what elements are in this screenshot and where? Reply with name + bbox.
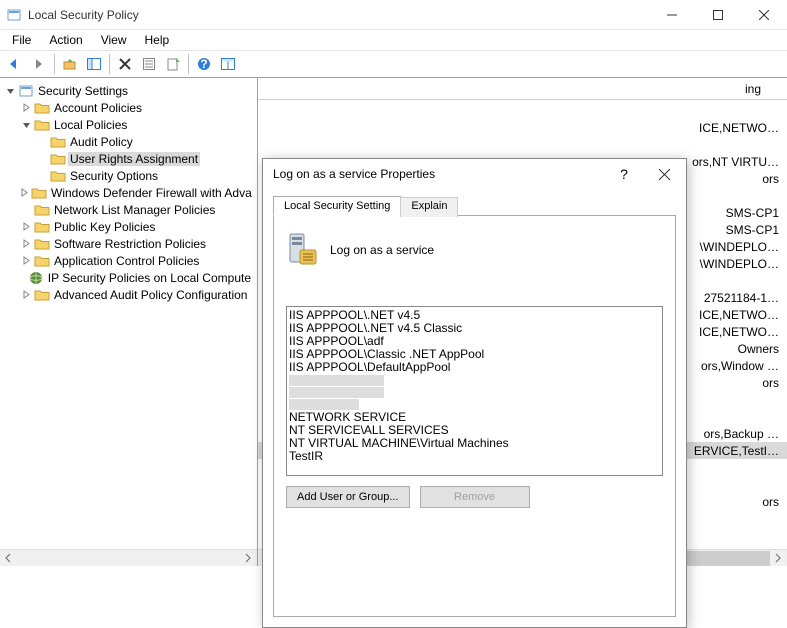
export-list-button[interactable]	[162, 53, 184, 75]
help-button[interactable]: ?	[193, 53, 215, 75]
tab-page: Log on as a service IIS APPPOOL\.NET v4.…	[273, 216, 676, 617]
tree-node[interactable]: Public Key Policies	[52, 220, 157, 234]
redacted-item	[289, 375, 384, 386]
tree-root[interactable]: Security Settings	[36, 84, 130, 98]
window-title: Local Security Policy	[28, 8, 649, 22]
folder-icon	[31, 185, 47, 201]
menu-help[interactable]: Help	[137, 31, 178, 49]
folder-icon	[50, 134, 66, 150]
folder-icon	[50, 168, 66, 184]
tree-node[interactable]: Application Control Policies	[52, 254, 201, 268]
dialog-tabs: Local Security Setting Explain	[273, 195, 676, 216]
close-button[interactable]	[741, 0, 787, 30]
tree-node[interactable]: Account Policies	[52, 101, 144, 115]
expand-icon[interactable]	[20, 102, 32, 114]
tree-pane[interactable]: Security Settings Account Policies Local P…	[0, 78, 258, 566]
maximize-button[interactable]	[695, 0, 741, 30]
properties-dialog: Log on as a service Properties ? Local S…	[262, 158, 687, 628]
titlebar: Local Security Policy	[0, 0, 787, 30]
policy-name: Log on as a service	[330, 243, 434, 257]
refresh-button[interactable]	[217, 53, 239, 75]
folder-icon	[34, 117, 50, 133]
up-button[interactable]	[59, 53, 81, 75]
tree-node[interactable]: Local Policies	[52, 118, 129, 132]
menu-action[interactable]: Action	[41, 31, 90, 49]
menu-view[interactable]: View	[93, 31, 135, 49]
expand-icon[interactable]	[20, 238, 32, 250]
toolbar: ?	[0, 50, 787, 78]
redacted-item	[289, 399, 359, 410]
delete-button[interactable]	[114, 53, 136, 75]
folder-icon	[28, 270, 44, 286]
add-user-or-group-button[interactable]: Add User or Group...	[286, 486, 410, 508]
folder-icon	[34, 287, 50, 303]
principal-item[interactable]: NT VIRTUAL MACHINE\Virtual Machines	[289, 437, 660, 450]
list-row[interactable]	[258, 102, 787, 119]
column-security-setting[interactable]: ing	[745, 82, 761, 96]
toolbar-separator	[109, 54, 110, 74]
expand-icon[interactable]	[20, 187, 29, 199]
tree-node[interactable]: Security Options	[68, 169, 160, 183]
tree-node[interactable]: Audit Policy	[68, 135, 135, 149]
svg-text:?: ?	[200, 57, 207, 71]
toolbar-separator	[54, 54, 55, 74]
principal-item[interactable]: IIS APPPOOL\DefaultAppPool	[289, 361, 660, 374]
folder-icon	[50, 151, 66, 167]
folder-icon	[34, 202, 50, 218]
expand-icon[interactable]	[20, 221, 32, 233]
list-row[interactable]: ICE,NETWO…	[258, 119, 787, 136]
collapse-icon[interactable]	[4, 85, 16, 97]
redacted-item	[289, 387, 384, 398]
back-button[interactable]	[4, 53, 26, 75]
expand-icon[interactable]	[20, 255, 32, 267]
list-cell-value: ICE,NETWO…	[262, 121, 779, 135]
tab-explain[interactable]: Explain	[400, 197, 458, 217]
dialog-close-button[interactable]	[644, 160, 684, 188]
tree-node[interactable]: Advanced Audit Policy Configuration	[52, 288, 249, 302]
client-area: Security Settings Account Policies Local P…	[0, 78, 787, 566]
minimize-button[interactable]	[649, 0, 695, 30]
tab-local-security-setting[interactable]: Local Security Setting	[273, 196, 401, 216]
server-icon	[286, 232, 318, 268]
expand-icon[interactable]	[20, 289, 32, 301]
principals-listbox[interactable]: IIS APPPOOL\.NET v4.5IIS APPPOOL\.NET v4…	[286, 306, 663, 476]
app-icon	[6, 7, 22, 23]
toolbar-separator	[188, 54, 189, 74]
tree-node[interactable]: IP Security Policies on Local Compute	[46, 271, 253, 285]
tree-hscroll[interactable]	[0, 549, 257, 566]
folder-icon	[34, 219, 50, 235]
folder-icon	[34, 236, 50, 252]
dialog-title: Log on as a service Properties	[273, 167, 604, 181]
list-header[interactable]: ing	[258, 78, 787, 100]
folder-icon	[34, 100, 50, 116]
principal-item[interactable]: TestIR	[289, 450, 660, 463]
dialog-titlebar: Log on as a service Properties ?	[263, 159, 686, 189]
folder-icon	[34, 253, 50, 269]
forward-button[interactable]	[28, 53, 50, 75]
tree-node[interactable]: Windows Defender Firewall with Adva	[49, 186, 254, 200]
tree-node[interactable]: User Rights Assignment	[68, 152, 200, 166]
list-row[interactable]	[258, 136, 787, 153]
collapse-icon[interactable]	[20, 119, 32, 131]
tree-node[interactable]: Network List Manager Policies	[52, 203, 217, 217]
tree-node[interactable]: Software Restriction Policies	[52, 237, 208, 251]
menu-file[interactable]: File	[4, 31, 39, 49]
security-settings-icon	[18, 83, 34, 99]
show-hide-tree-button[interactable]	[83, 53, 105, 75]
dialog-help-button[interactable]: ?	[604, 160, 644, 188]
properties-button[interactable]	[138, 53, 160, 75]
remove-button: Remove	[420, 486, 530, 508]
menubar: File Action View Help	[0, 30, 787, 50]
